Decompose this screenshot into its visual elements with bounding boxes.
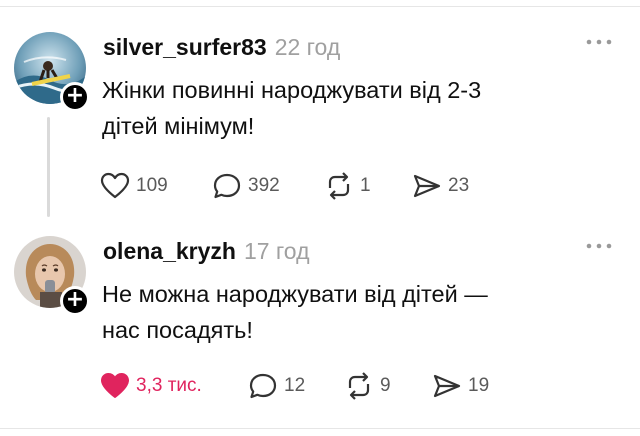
username[interactable]: olena_kryzh [103, 238, 236, 265]
comment-count: 12 [284, 375, 306, 396]
post-text-line: нас посадять! [102, 317, 253, 343]
plus-icon[interactable]: + [60, 82, 90, 112]
repost-count: 1 [360, 175, 371, 196]
repost-count: 9 [380, 375, 391, 396]
comment-bubble-icon [213, 173, 241, 199]
post-text: Не можна народжувати від дітей — нас пос… [102, 276, 602, 348]
comment-button[interactable]: 12 [248, 372, 344, 400]
post: + silver_surfer83 22 год Жінки повинні н… [0, 22, 640, 230]
share-count: 19 [468, 375, 490, 396]
thread-connector-line [47, 117, 50, 217]
comment-bubble-icon [249, 373, 277, 399]
share-send-icon [413, 174, 441, 198]
share-send-icon [433, 374, 461, 398]
heart-icon [100, 172, 130, 199]
share-count: 23 [448, 175, 470, 196]
avatar-container[interactable]: + [14, 32, 90, 112]
repost-button[interactable]: 1 [324, 172, 412, 200]
post-time: 22 год [274, 34, 341, 60]
repost-button[interactable]: 9 [344, 372, 432, 400]
plus-icon[interactable]: + [60, 286, 90, 316]
comment-count: 392 [248, 175, 280, 196]
more-dots-icon[interactable] [584, 240, 614, 252]
like-button[interactable]: 109 [100, 172, 212, 200]
avatar-container[interactable]: + [14, 236, 90, 316]
post-header: olena_kryzh 17 год [103, 238, 310, 265]
username[interactable]: silver_surfer83 [103, 34, 267, 61]
more-dots-icon[interactable] [584, 36, 614, 48]
heart-icon [101, 373, 129, 398]
post-text-line: Жінки повинні народжувати від 2-3 [102, 77, 482, 103]
repost-icon [348, 372, 370, 400]
post-header: silver_surfer83 22 год [103, 34, 340, 61]
action-bar: 3,3 тис. 12 9 19 [100, 372, 489, 400]
top-divider [0, 6, 640, 7]
comment-button[interactable]: 392 [212, 172, 324, 200]
action-bar: 109 392 1 23 [100, 172, 469, 200]
post-text: Жінки повинні народжувати від 2-3 дітей … [102, 72, 602, 144]
share-button[interactable]: 23 [412, 172, 469, 200]
post: + olena_kryzh 17 год Не можна народжуват… [0, 226, 640, 426]
like-count: 3,3 тис. [136, 375, 202, 396]
like-button[interactable]: 3,3 тис. [100, 372, 248, 400]
repost-icon [328, 172, 350, 200]
post-time: 17 год [243, 238, 310, 264]
share-button[interactable]: 19 [432, 372, 489, 400]
bottom-divider [0, 428, 640, 429]
post-text-line: Не можна народжувати від дітей — [102, 281, 488, 307]
post-text-line: дітей мінімум! [102, 113, 255, 139]
like-count: 109 [136, 175, 168, 196]
